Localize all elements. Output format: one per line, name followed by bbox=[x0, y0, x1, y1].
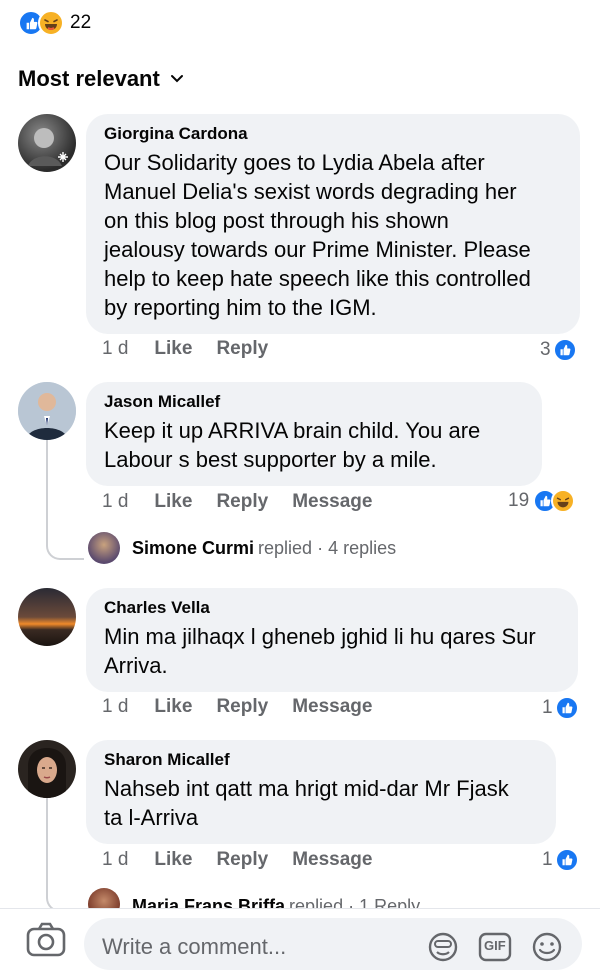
comment-actions: 1 d Like Reply bbox=[102, 338, 292, 360]
comment-input-placeholder: Write a comment... bbox=[102, 934, 287, 959]
comment-bubble: Sharon Micallef Nahseb int qatt ma hrigt… bbox=[86, 740, 556, 844]
comment-line: on this blog post through his shown bbox=[104, 208, 449, 233]
camera-icon[interactable] bbox=[26, 922, 66, 963]
comment-line: Keep it up ARRIVA brain child. You are bbox=[104, 418, 481, 443]
avatar[interactable] bbox=[18, 740, 76, 798]
comment-actions: 1 d Like Reply Message bbox=[102, 696, 396, 718]
comment-author[interactable]: Jason Micallef bbox=[104, 392, 524, 412]
thread-line bbox=[46, 440, 84, 560]
comment-reaction-count: 1 bbox=[542, 849, 553, 870]
comment-reactions[interactable]: 3 bbox=[540, 338, 577, 362]
like-icon bbox=[554, 696, 579, 720]
replier-name: Simone Curmi bbox=[132, 537, 255, 558]
comment-bubble: Charles Vella Min ma jilhaqx l gheneb jg… bbox=[86, 588, 578, 692]
reply-button[interactable]: Reply bbox=[216, 849, 268, 871]
emoji-icon[interactable] bbox=[530, 930, 564, 969]
avatar bbox=[88, 532, 120, 564]
avatar[interactable] bbox=[18, 382, 76, 440]
comment-line: ta l-Arriva bbox=[104, 805, 199, 830]
comment-reactions[interactable]: 1 bbox=[542, 696, 579, 720]
comment-author[interactable]: Sharon Micallef bbox=[104, 750, 538, 770]
message-button[interactable]: Message bbox=[292, 491, 372, 513]
comment-line: Min ma jilhaqx l gheneb jghid li hu qare… bbox=[104, 624, 536, 649]
comment-reaction-count: 19 bbox=[508, 490, 530, 511]
like-button[interactable]: Like bbox=[154, 849, 192, 871]
comment-text: Nahseb int qatt ma hrigt mid-dar Mr Fjas… bbox=[104, 774, 538, 832]
comment-reaction-count: 1 bbox=[542, 697, 553, 718]
like-icon bbox=[554, 848, 579, 872]
comment-line: Our Solidarity goes to Lydia Abela after bbox=[104, 150, 485, 175]
comment-time[interactable]: 1 d bbox=[102, 849, 128, 871]
like-button[interactable]: Like bbox=[154, 696, 192, 718]
reply-button[interactable]: Reply bbox=[216, 491, 268, 513]
reply-button[interactable]: Reply bbox=[216, 338, 268, 360]
comment-line: help to keep hate speech like this contr… bbox=[104, 266, 531, 291]
message-button[interactable]: Message bbox=[292, 849, 372, 871]
comment-line: jealousy towards our Prime Minister. Ple… bbox=[104, 237, 531, 262]
comment-line: Nahseb int qatt ma hrigt mid-dar Mr Fjas… bbox=[104, 776, 509, 801]
comment-reaction-count: 3 bbox=[540, 339, 551, 360]
gif-label: GIF bbox=[484, 938, 506, 953]
comment-time[interactable]: 1 d bbox=[102, 491, 128, 513]
view-replies[interactable]: Simone Curmi replied · 4 replies bbox=[88, 532, 396, 564]
like-button[interactable]: Like bbox=[154, 338, 192, 360]
comment-author[interactable]: Giorgina Cardona bbox=[104, 124, 562, 144]
sort-dropdown[interactable]: Most relevant bbox=[18, 66, 184, 92]
thread-line bbox=[46, 798, 84, 912]
comment-actions: 1 d Like Reply Message bbox=[102, 491, 396, 513]
haha-icon bbox=[551, 489, 576, 513]
haha-icon bbox=[38, 10, 64, 36]
comment-time[interactable]: 1 d bbox=[102, 696, 128, 718]
comment-line: Labour s best supporter by a mile. bbox=[104, 447, 437, 472]
comment-line: by reporting him to the IGM. bbox=[104, 295, 377, 320]
comment-text: Min ma jilhaqx l gheneb jghid li hu qare… bbox=[104, 622, 560, 680]
comment-text: Our Solidarity goes to Lydia Abela after… bbox=[104, 148, 562, 322]
comment-line: Arriva. bbox=[104, 653, 168, 678]
replies-count: replied · 1 Reply bbox=[289, 896, 421, 908]
comment-time[interactable]: 1 d bbox=[102, 338, 128, 360]
view-replies[interactable]: Maria Frans Briffa replied · 1 Reply bbox=[88, 888, 420, 908]
chevron-down-icon bbox=[170, 75, 183, 83]
message-button[interactable]: Message bbox=[292, 696, 372, 718]
comment-bubble: Giorgina Cardona Our Solidarity goes to … bbox=[86, 114, 580, 334]
comment-reactions[interactable]: 19 bbox=[508, 489, 576, 513]
comment-text: Keep it up ARRIVA brain child. You are L… bbox=[104, 416, 524, 474]
avatar[interactable] bbox=[18, 114, 76, 172]
comment-author[interactable]: Charles Vella bbox=[104, 598, 560, 618]
like-button[interactable]: Like bbox=[154, 491, 192, 513]
replier-name: Maria Frans Briffa bbox=[132, 896, 286, 908]
reaction-count: 22 bbox=[70, 12, 92, 33]
comment-actions: 1 d Like Reply Message bbox=[102, 849, 396, 871]
comment-line: Manuel Delia's sexist words degrading he… bbox=[104, 179, 517, 204]
sticker-icon[interactable] bbox=[426, 930, 460, 969]
avatar bbox=[88, 888, 120, 908]
replies-count: replied · 4 replies bbox=[258, 537, 397, 558]
reaction-summary[interactable]: 22 bbox=[18, 10, 91, 36]
comment-bubble: Jason Micallef Keep it up ARRIVA brain c… bbox=[86, 382, 542, 486]
gif-icon[interactable]: GIF bbox=[478, 932, 512, 967]
sort-label: Most relevant bbox=[18, 66, 160, 91]
reply-button[interactable]: Reply bbox=[216, 696, 268, 718]
like-icon bbox=[552, 338, 577, 362]
comment-reactions[interactable]: 1 bbox=[542, 848, 579, 872]
avatar[interactable] bbox=[18, 588, 76, 646]
